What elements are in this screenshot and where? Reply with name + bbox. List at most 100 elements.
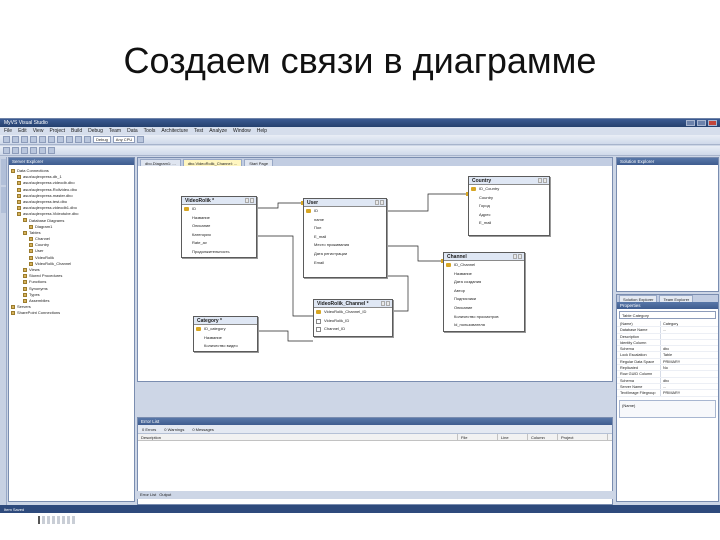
tab-solution-explorer[interactable]: Solution Explorer: [619, 295, 658, 302]
key-icon[interactable]: [48, 147, 55, 154]
menu-window[interactable]: Window: [233, 127, 251, 135]
redo-icon[interactable]: [75, 136, 82, 143]
errors-filter-button[interactable]: 0 Errors: [142, 427, 156, 432]
open-icon[interactable]: [12, 136, 19, 143]
close-button[interactable]: [708, 120, 717, 126]
table-column[interactable]: Название: [444, 270, 524, 279]
table-close-button[interactable]: [518, 254, 522, 259]
table-column[interactable]: Id_пользователя: [444, 321, 524, 330]
tab-team-explorer[interactable]: Team Explorer: [659, 295, 694, 302]
table-column[interactable]: Адрес: [469, 211, 549, 220]
table-column[interactable]: Описание: [444, 304, 524, 313]
table-column[interactable]: ID_category: [194, 325, 257, 334]
menu-data[interactable]: Data: [127, 127, 138, 135]
warnings-filter-button[interactable]: 0 Warnings: [164, 427, 184, 432]
add-table-icon[interactable]: [12, 147, 19, 154]
zoom-icon[interactable]: [30, 147, 37, 154]
table-column[interactable]: ID_Channel: [444, 261, 524, 270]
toolbox-tab[interactable]: [1, 159, 6, 185]
table-minimize-button[interactable]: [245, 198, 249, 203]
undo-icon[interactable]: [66, 136, 73, 143]
properties-object-select[interactable]: Table Category: [619, 311, 716, 319]
table-column[interactable]: name: [304, 216, 386, 225]
find-icon[interactable]: [137, 136, 145, 143]
menu-edit[interactable]: Edit: [18, 127, 27, 135]
table-minimize-button[interactable]: [513, 254, 517, 259]
tab-error-list[interactable]: Error List: [140, 491, 156, 499]
menu-tools[interactable]: Tools: [144, 127, 156, 135]
table-column[interactable]: ID: [304, 207, 386, 216]
table-close-button[interactable]: [386, 301, 390, 306]
column-file[interactable]: File: [458, 434, 498, 440]
column-column[interactable]: Column: [528, 434, 558, 440]
table-column[interactable]: Rate_av: [182, 239, 256, 248]
table-column[interactable]: Описание: [182, 222, 256, 231]
menu-test[interactable]: Test: [194, 127, 203, 135]
table-country[interactable]: Country ID_Country Country Город Адрес E…: [468, 176, 550, 236]
menu-file[interactable]: File: [4, 127, 12, 135]
new-table-icon[interactable]: [3, 147, 10, 154]
table-column[interactable]: Email: [304, 259, 386, 268]
platform-select[interactable]: Any CPU: [112, 136, 136, 143]
table-minimize-button[interactable]: [381, 301, 385, 306]
table-column[interactable]: Количество просмотров: [444, 313, 524, 322]
table-column[interactable]: Пол: [304, 224, 386, 233]
column-line[interactable]: Line: [498, 434, 528, 440]
arrange-tables-icon[interactable]: [39, 147, 46, 154]
messages-filter-button[interactable]: 0 Messages: [192, 427, 214, 432]
table-channel[interactable]: Channel ID_Channel Название Дата создани…: [443, 252, 525, 332]
table-column[interactable]: ID_Country: [469, 185, 549, 194]
copy-icon[interactable]: [48, 136, 55, 143]
table-column[interactable]: Категория: [182, 231, 256, 240]
paste-icon[interactable]: [57, 136, 64, 143]
menu-architecture[interactable]: Architecture: [161, 127, 188, 135]
save-all-icon[interactable]: [30, 136, 37, 143]
menu-debug[interactable]: Debug: [88, 127, 103, 135]
save-icon[interactable]: [21, 136, 28, 143]
table-minimize-button[interactable]: [538, 178, 542, 183]
table-videorolik-channel[interactable]: VideoRolik_Channel * VideoRolik_Channel_…: [313, 299, 393, 337]
table-column[interactable]: ID: [182, 205, 256, 214]
tab-videorolik-channel[interactable]: dbo.VideoRolik_Channel: ...: [182, 159, 243, 166]
tab-output[interactable]: Output: [159, 491, 171, 499]
minimize-button[interactable]: [686, 120, 695, 126]
table-column[interactable]: Город: [469, 202, 549, 211]
tab-start-page[interactable]: Start Page: [244, 159, 274, 166]
table-column[interactable]: Дата создания: [444, 278, 524, 287]
table-column[interactable]: Country: [469, 194, 549, 203]
column-project[interactable]: Project: [558, 434, 608, 440]
data-sources-tab[interactable]: [1, 187, 6, 213]
diagram-canvas[interactable]: VideoRolik * ID Название Описание Катего…: [138, 166, 612, 381]
table-column[interactable]: E_mail: [469, 219, 549, 228]
table-close-button[interactable]: [250, 198, 254, 203]
table-column[interactable]: Количество видео: [194, 342, 257, 351]
table-column[interactable]: Название: [194, 334, 257, 343]
tree-item[interactable]: SharePoint Connections: [11, 310, 132, 316]
menu-view[interactable]: View: [33, 127, 44, 135]
table-column[interactable]: Продолжительность: [182, 248, 256, 257]
menu-help[interactable]: Help: [257, 127, 267, 135]
table-category[interactable]: Category * ID_category Название Количест…: [193, 316, 258, 352]
menu-build[interactable]: Build: [71, 127, 82, 135]
table-column[interactable]: VideoRolik_ID: [314, 317, 392, 326]
table-column[interactable]: Дата регистрации: [304, 250, 386, 259]
relationship-icon[interactable]: [21, 147, 28, 154]
menu-analyze[interactable]: Analyze: [209, 127, 227, 135]
table-column[interactable]: VideoRolik_Channel_ID: [314, 308, 392, 317]
maximize-button[interactable]: [697, 120, 706, 126]
table-minimize-button[interactable]: [375, 200, 379, 205]
tab-diagram1[interactable]: dbo.Diagram1: ...: [140, 159, 181, 166]
table-column[interactable]: Подписчики: [444, 295, 524, 304]
menu-project[interactable]: Project: [49, 127, 65, 135]
table-column[interactable]: Место проживания: [304, 241, 386, 250]
cut-icon[interactable]: [39, 136, 46, 143]
table-close-button[interactable]: [543, 178, 547, 183]
config-select[interactable]: Debug: [93, 136, 111, 143]
table-column[interactable]: Название: [182, 214, 256, 223]
table-close-button[interactable]: [380, 200, 384, 205]
property-row[interactable]: Text/Image Filegroup PRIMARY: [617, 390, 718, 397]
table-column[interactable]: E_mail: [304, 233, 386, 242]
menu-team[interactable]: Team: [109, 127, 121, 135]
new-project-icon[interactable]: [3, 136, 10, 143]
start-debug-icon[interactable]: [84, 136, 91, 143]
